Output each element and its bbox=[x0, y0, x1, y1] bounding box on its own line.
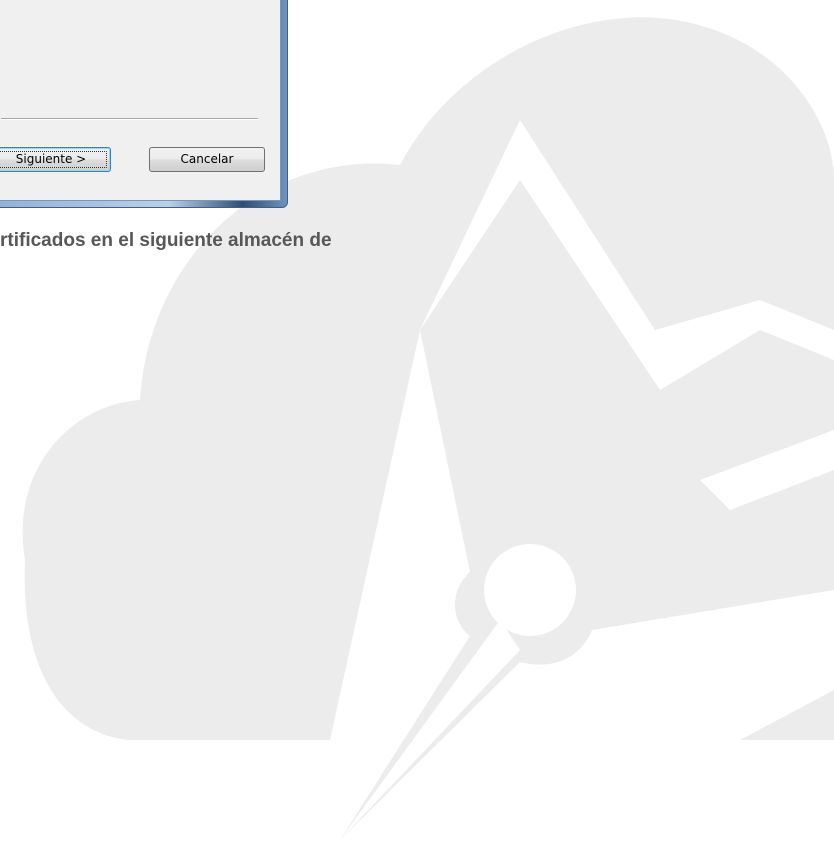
next-button-label: Siguiente > bbox=[15, 152, 87, 166]
instruction-heading: rtificados en el siguiente almacén de bbox=[0, 230, 332, 251]
button-area-separator bbox=[1, 118, 258, 120]
cancel-button-label: Cancelar bbox=[180, 152, 234, 166]
dialog-body: Siguiente > Cancelar bbox=[0, 0, 281, 201]
next-button[interactable]: Siguiente > bbox=[0, 147, 111, 172]
cancel-button[interactable]: Cancelar bbox=[149, 147, 265, 172]
certificate-import-wizard-dialog: Siguiente > Cancelar bbox=[0, 0, 288, 208]
